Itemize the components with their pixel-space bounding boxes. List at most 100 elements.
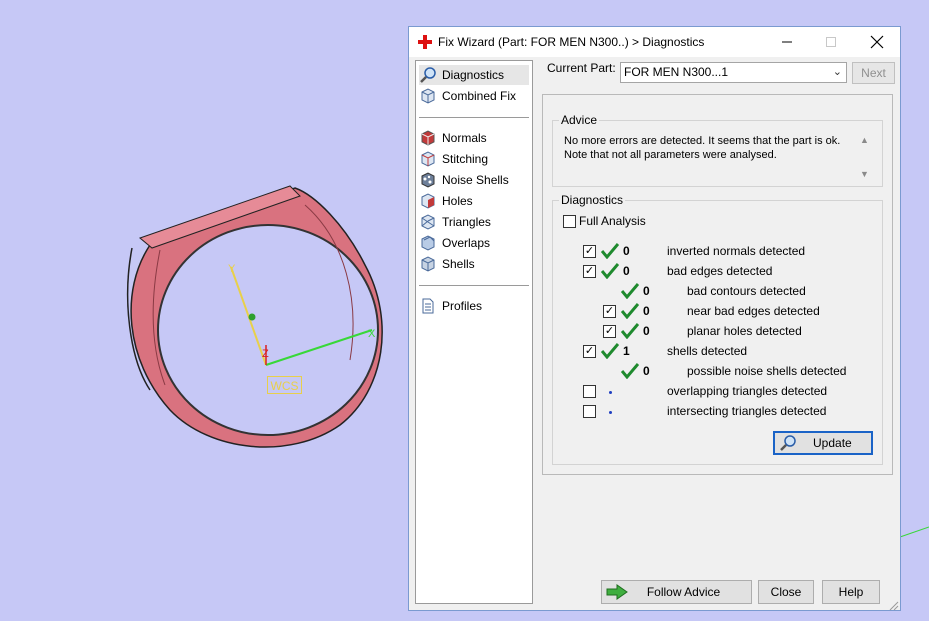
intersecting-triangles-checkbox[interactable] <box>583 405 596 418</box>
nav-label: Stitching <box>442 152 489 166</box>
diag-count: 1 <box>623 344 630 358</box>
nav-item-profiles[interactable]: Profiles <box>419 296 529 316</box>
wcs-label: WCS <box>267 376 302 394</box>
nav-item-normals[interactable]: Normals <box>419 128 529 148</box>
diag-label: planar holes detected <box>687 324 802 338</box>
bad-edges-checkbox[interactable]: ✓ <box>583 265 596 278</box>
nav-item-shells[interactable]: Shells <box>419 254 529 274</box>
green-check-icon <box>601 243 619 259</box>
red-cross-icon <box>418 35 432 49</box>
resize-grip-icon[interactable] <box>887 599 899 611</box>
nav-label: Noise Shells <box>442 173 509 187</box>
cube-icon <box>421 88 435 104</box>
inverted-normals-checkbox[interactable]: ✓ <box>583 245 596 258</box>
update-button[interactable]: Update <box>773 431 873 455</box>
diag-label: shells detected <box>667 344 748 358</box>
green-check-icon <box>621 283 639 299</box>
green-check-icon <box>601 343 619 359</box>
nav-label: Shells <box>442 257 475 271</box>
help-button[interactable]: Help <box>822 580 880 604</box>
dialog-title: Fix Wizard (Part: FOR MEN N300..) > Diag… <box>438 35 705 49</box>
advice-line: Note that not all parameters were analys… <box>564 149 777 161</box>
triangles-cube-icon <box>421 214 435 230</box>
nav-label: Normals <box>442 131 487 145</box>
green-check-icon <box>601 263 619 279</box>
minimize-button[interactable] <box>764 27 810 57</box>
diag-label: bad contours detected <box>687 284 806 298</box>
nav-label: Overlaps <box>442 236 491 250</box>
noise-shells-icon <box>421 172 435 188</box>
holes-cube-icon <box>421 193 435 209</box>
nav-label: Diagnostics <box>442 68 505 82</box>
nav-label: Triangles <box>442 215 491 229</box>
diag-label: near bad edges detected <box>687 304 820 318</box>
diag-count: 0 <box>643 304 650 318</box>
pending-dot-icon <box>609 391 612 394</box>
current-part-value: FOR MEN N300...1 <box>624 65 729 79</box>
nav-divider <box>419 285 529 286</box>
close-button[interactable]: Close <box>758 580 814 604</box>
green-check-icon <box>621 303 639 319</box>
nav-item-combined-fix[interactable]: Combined Fix <box>419 86 529 106</box>
magnifier-icon <box>780 435 796 451</box>
document-icon <box>422 298 434 314</box>
green-check-icon <box>621 363 639 379</box>
overlapping-triangles-checkbox[interactable] <box>583 385 596 398</box>
shells-checkbox[interactable]: ✓ <box>583 345 596 358</box>
advice-line: No more errors are detected. It seems th… <box>564 135 841 147</box>
green-check-icon <box>621 323 639 339</box>
scroll-up-icon[interactable]: ▲ <box>860 135 869 145</box>
close-window-button[interactable] <box>854 27 900 57</box>
maximize-icon <box>826 37 836 47</box>
advice-legend: Advice <box>561 113 598 127</box>
shells-cube-icon <box>421 256 435 272</box>
diag-label: bad edges detected <box>667 264 773 278</box>
follow-advice-label: Follow Advice <box>646 585 721 599</box>
follow-advice-button[interactable]: Follow Advice <box>601 580 752 604</box>
nav-label: Profiles <box>442 299 483 313</box>
green-arrow-icon <box>606 584 628 600</box>
title-bar[interactable]: Fix Wizard (Part: FOR MEN N300..) > Diag… <box>409 27 900 57</box>
full-analysis-checkbox[interactable] <box>563 215 576 228</box>
update-label: Update <box>813 436 852 450</box>
diag-label: inverted normals detected <box>667 244 806 258</box>
fix-wizard-dialog: Fix Wizard (Part: FOR MEN N300..) > Diag… <box>408 26 901 611</box>
nav-label: Holes <box>442 194 473 208</box>
wizard-nav: Diagnostics Combined Fix Normals Stitchi… <box>415 60 533 604</box>
current-part-label: Current Part: <box>547 61 616 75</box>
diag-label: overlapping triangles detected <box>667 384 828 398</box>
advice-text: No more errors are detected. It seems th… <box>564 134 854 162</box>
nav-item-diagnostics[interactable]: Diagnostics <box>419 65 529 85</box>
nav-item-noise-shells[interactable]: Noise Shells <box>419 170 529 190</box>
chevron-down-icon: ⌄ <box>832 66 842 78</box>
current-part-select[interactable]: FOR MEN N300...1 ⌄ <box>620 62 847 83</box>
axis-y-label: Y <box>228 263 236 275</box>
pending-dot-icon <box>609 411 612 414</box>
diag-label: possible noise shells detected <box>687 364 847 378</box>
diag-count: 0 <box>643 324 650 338</box>
nav-label: Combined Fix <box>442 89 517 103</box>
full-analysis-label: Full Analysis <box>579 214 646 228</box>
advice-scrollbar[interactable]: ▲ ▼ <box>857 133 871 181</box>
nav-divider <box>419 117 529 118</box>
maximize-button[interactable] <box>808 27 854 57</box>
diag-count: 0 <box>643 284 650 298</box>
close-icon <box>870 35 884 49</box>
nav-item-overlaps[interactable]: Overlaps <box>419 233 529 253</box>
next-button[interactable]: Next <box>852 62 895 84</box>
axis-z-label: Z <box>262 348 269 360</box>
diag-count: 0 <box>623 264 630 278</box>
nav-item-holes[interactable]: Holes <box>419 191 529 211</box>
diagnostics-legend: Diagnostics <box>561 193 624 207</box>
magnifier-icon <box>420 67 436 83</box>
diag-count: 0 <box>643 364 650 378</box>
nav-item-stitching[interactable]: Stitching <box>419 149 529 169</box>
scroll-down-icon[interactable]: ▼ <box>860 169 869 179</box>
normals-cube-icon <box>421 130 435 146</box>
planar-holes-checkbox[interactable]: ✓ <box>603 325 616 338</box>
near-bad-edges-checkbox[interactable]: ✓ <box>603 305 616 318</box>
minimize-icon <box>782 41 792 43</box>
axis-x-label: X <box>368 328 376 340</box>
diag-count: 0 <box>623 244 630 258</box>
nav-item-triangles[interactable]: Triangles <box>419 212 529 232</box>
